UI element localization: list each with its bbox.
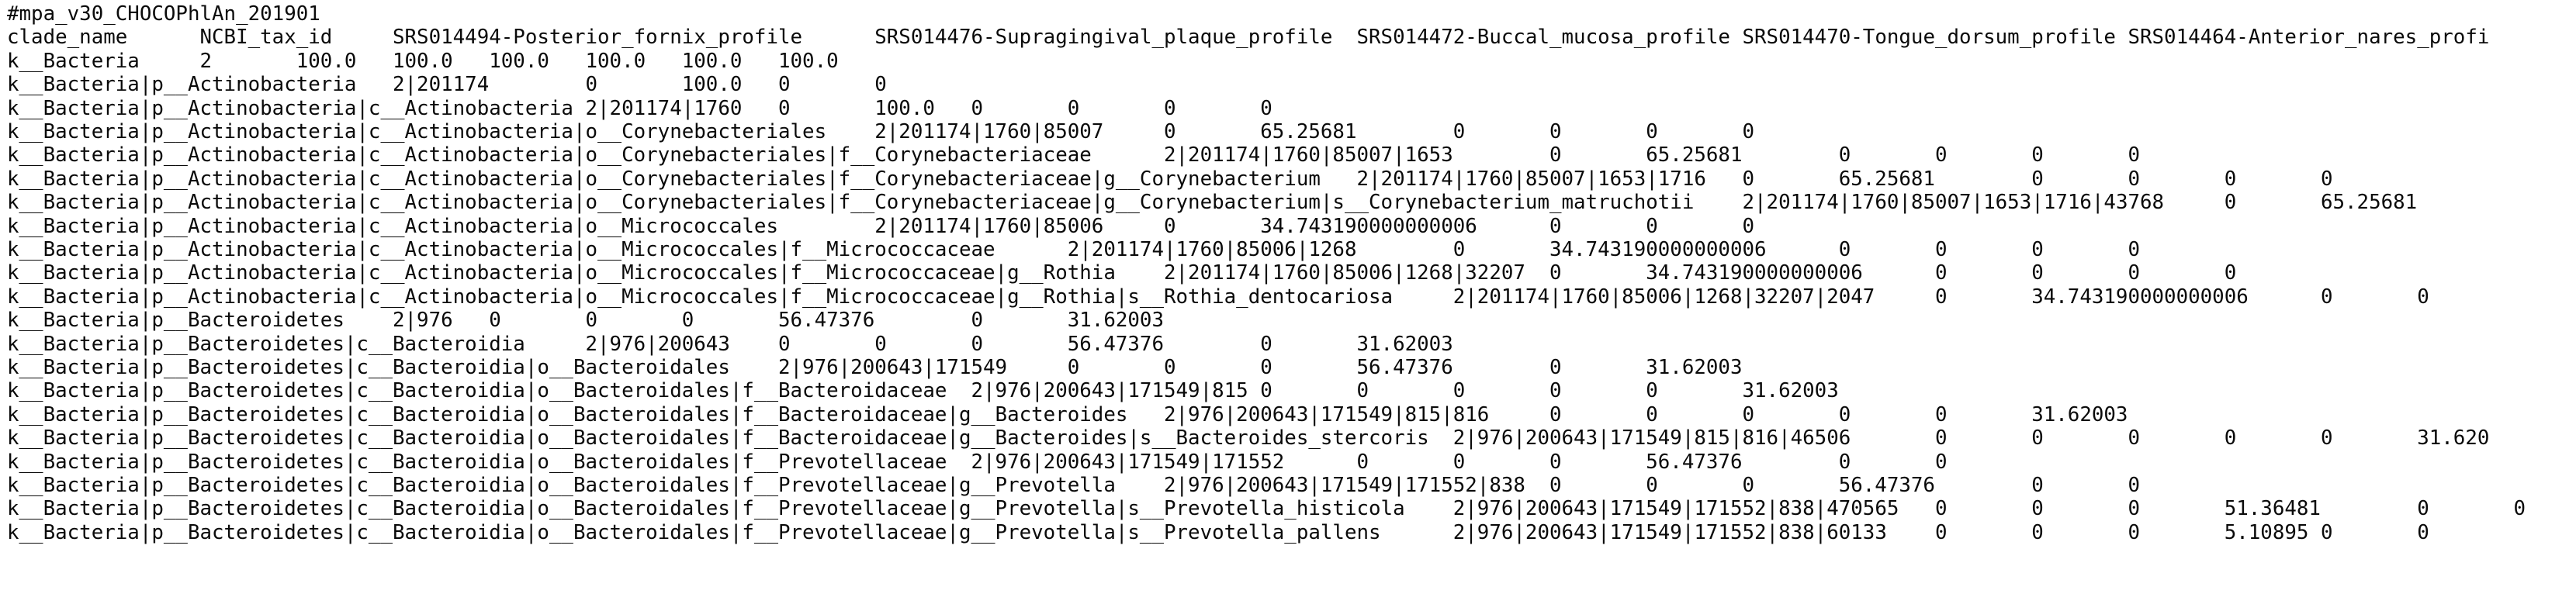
table-row: k__Bacteria|p__Actinobacteria|c__Actinob… <box>7 261 2237 285</box>
table-row: k__Bacteria|p__Actinobacteria|c__Actinob… <box>7 96 1272 120</box>
table-row: k__Bacteria|p__Actinobacteria|c__Actinob… <box>7 285 2429 309</box>
table-row: k__Bacteria|p__Bacteroidetes|c__Bacteroi… <box>7 426 2490 450</box>
column-header-line: clade_name NCBI_tax_id SRS014494-Posteri… <box>7 26 2490 50</box>
table-row: k__Bacteria|p__Bacteroidetes|c__Bacteroi… <box>7 379 1839 403</box>
table-row: k__Bacteria 2 100.0 100.0 100.0 100.0 10… <box>7 49 839 73</box>
table-row: k__Bacteria|p__Actinobacteria|c__Actinob… <box>7 191 2418 215</box>
table-row: k__Bacteria|p__Bacteroidetes|c__Bacteroi… <box>7 332 1453 356</box>
text-file-view: #mpa_v30_CHOCOPhlAn_201901 clade_name NCB… <box>0 0 2576 611</box>
table-row: k__Bacteria|p__Bacteroidetes|c__Bacteroi… <box>7 474 2140 497</box>
table-row: k__Bacteria|p__Bacteroidetes|c__Bacteroi… <box>7 450 1948 474</box>
table-row: k__Bacteria|p__Actinobacteria|c__Actinob… <box>7 143 2140 167</box>
table-row: k__Bacteria|p__Bacteroidetes|c__Bacteroi… <box>7 497 2526 521</box>
table-row: k__Bacteria|p__Bacteroidetes|c__Bacteroi… <box>7 520 2429 544</box>
table-row: k__Bacteria|p__Bacteroidetes|c__Bacteroi… <box>7 402 2128 426</box>
table-row: k__Bacteria|p__Actinobacteria 2|201174 0… <box>7 73 887 97</box>
file-header-line: #mpa_v30_CHOCOPhlAn_201901 <box>7 2 320 26</box>
table-row: k__Bacteria|p__Actinobacteria|c__Actinob… <box>7 120 1755 143</box>
table-row: k__Bacteria|p__Bacteroidetes|c__Bacteroi… <box>7 356 1743 379</box>
table-row: k__Bacteria|p__Actinobacteria|c__Actinob… <box>7 238 2140 261</box>
table-row: k__Bacteria|p__Bacteroidetes 2|976 0 0 0… <box>7 309 1164 333</box>
table-row: k__Bacteria|p__Actinobacteria|c__Actinob… <box>7 214 1755 238</box>
table-row: k__Bacteria|p__Actinobacteria|c__Actinob… <box>7 167 2333 191</box>
